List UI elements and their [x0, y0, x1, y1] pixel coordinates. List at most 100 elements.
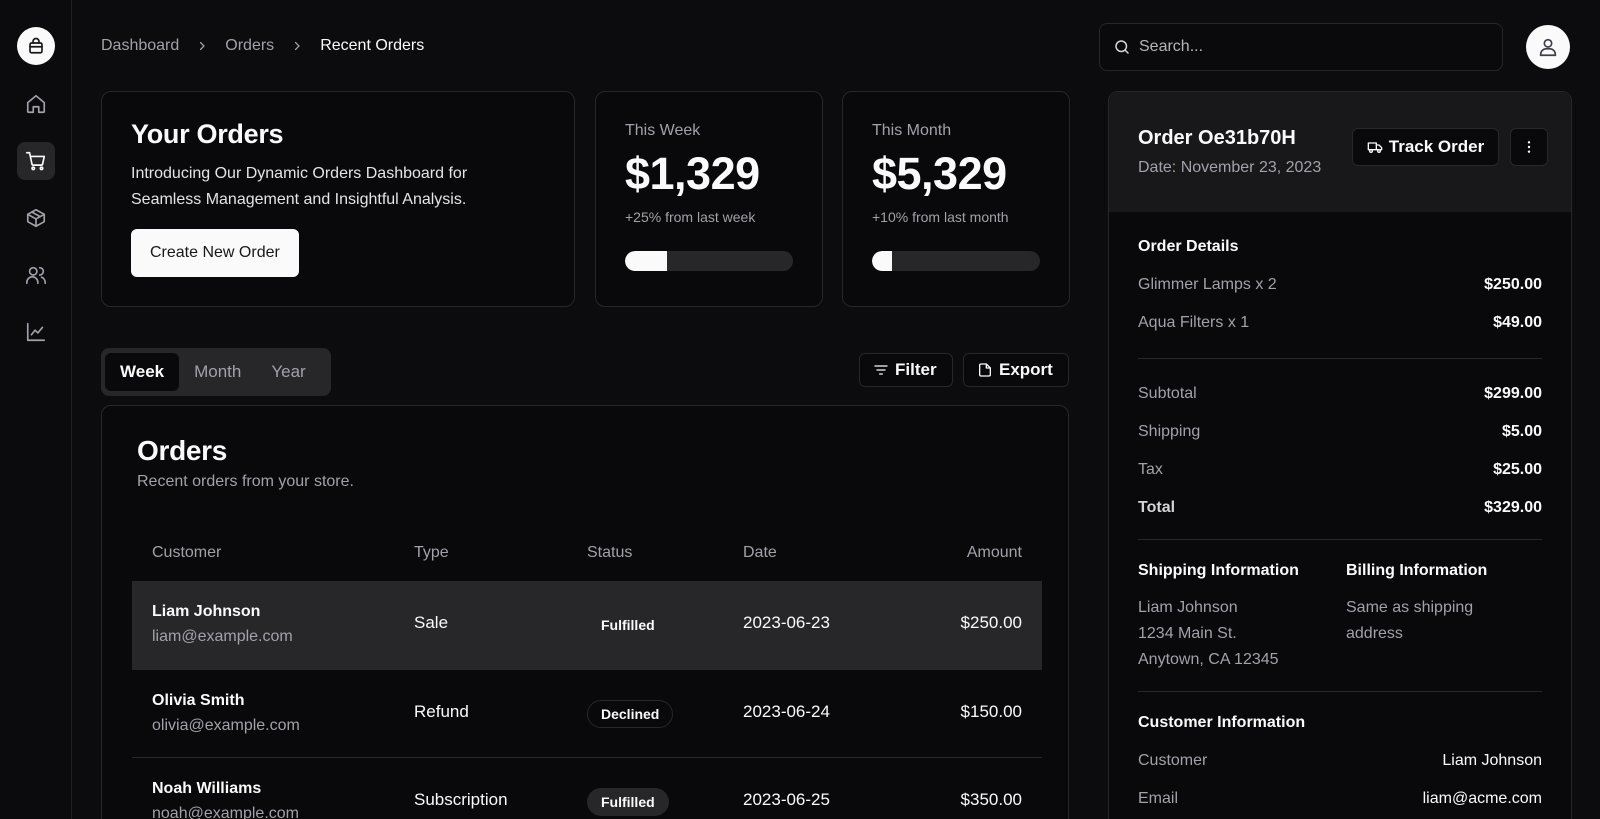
export-button[interactable]: Export	[963, 353, 1069, 387]
chevron-right-icon	[196, 40, 208, 52]
stat-label: This Week	[625, 122, 701, 139]
more-options-button[interactable]	[1510, 128, 1548, 166]
column-header-type[interactable]: Type	[414, 544, 449, 562]
nav-customers[interactable]	[17, 256, 55, 294]
store-logo-icon[interactable]	[16, 27, 55, 65]
customer-value: Liam Johnson	[1442, 752, 1542, 769]
order-detail-header: Order Oe31b70H Date: November 23, 2023 T…	[1109, 92, 1571, 212]
progress-fill	[872, 251, 893, 271]
breadcrumb: Dashboard Orders Recent Orders	[101, 37, 424, 55]
stat-value: $1,329	[625, 148, 760, 199]
shipping-row: Shipping $5.00	[1138, 423, 1542, 441]
app-root: Dashboard Orders Recent Orders Your Orde…	[0, 0, 1600, 819]
order-amount: $350.00	[960, 790, 1022, 809]
search-input[interactable]	[1139, 38, 1479, 56]
address-line: 1234 Main St.	[1138, 625, 1237, 642]
nav-products[interactable]	[17, 199, 55, 237]
customer-info-title: Customer Information	[1138, 714, 1306, 731]
address-line: address	[1346, 625, 1403, 642]
track-order-label: Track Order	[1388, 137, 1485, 156]
tax-label: Tax	[1138, 461, 1163, 478]
search-box[interactable]	[1099, 23, 1503, 71]
order-type: Refund	[414, 702, 469, 721]
users-icon	[25, 266, 46, 285]
total-value: $329.00	[1484, 499, 1542, 516]
tax-value: $25.00	[1493, 461, 1542, 478]
line-chart-icon	[26, 322, 45, 342]
column-header-status[interactable]: Status	[587, 544, 632, 562]
table-row[interactable]: Liam Johnson liam@example.com Sale Fulfi…	[132, 581, 1042, 669]
intro-title: Your Orders	[131, 119, 284, 149]
nav-analytics[interactable]	[17, 313, 55, 351]
order-date: 2023-06-24	[743, 702, 830, 721]
divider	[1138, 691, 1542, 692]
truck-icon	[1367, 142, 1383, 153]
column-header-customer[interactable]: Customer	[152, 544, 221, 562]
orders-title: Orders	[137, 435, 228, 466]
customer-name: Liam Johnson	[152, 603, 261, 620]
address-line: Liam Johnson	[1138, 599, 1238, 616]
create-order-button[interactable]: Create New Order	[131, 229, 299, 277]
address-line: Same as shipping	[1346, 599, 1474, 616]
stat-card-month: This Month $5,329 +10% from last month	[842, 91, 1070, 307]
package-icon	[26, 208, 45, 228]
billing-address: Same as shipping address	[1346, 595, 1473, 647]
email-label: Email	[1138, 790, 1179, 807]
more-vertical-icon	[1527, 141, 1531, 153]
user-icon	[1539, 38, 1557, 57]
order-type: Sale	[414, 613, 449, 632]
line-item-value: $250.00	[1484, 276, 1542, 293]
tab-year[interactable]: Year	[256, 353, 320, 391]
order-id-title: Order Oe31b70H	[1138, 127, 1296, 149]
table-row[interactable]: Olivia Smith olivia@example.com Refund D…	[132, 669, 1042, 757]
nav-orders[interactable]	[16, 142, 55, 180]
status-badge: Fulfilled	[601, 617, 655, 633]
nav-home[interactable]	[17, 85, 55, 123]
line-item: Glimmer Lamps x 2 $250.00	[1138, 276, 1542, 294]
progress-bar	[625, 251, 793, 271]
customer-name: Noah Williams	[152, 780, 262, 797]
search-icon	[1115, 40, 1129, 54]
subtotal-label: Subtotal	[1138, 385, 1197, 402]
tab-month[interactable]: Month	[179, 353, 256, 391]
tax-row: Tax $25.00	[1138, 461, 1542, 479]
shipping-info-title: Shipping Information	[1138, 562, 1299, 579]
email-value[interactable]: liam@acme.com	[1423, 790, 1542, 808]
customer-row: Customer Liam Johnson	[1138, 752, 1542, 770]
breadcrumb-current: Recent Orders	[320, 37, 425, 54]
home-icon	[26, 94, 45, 114]
stat-change: +10% from last month	[872, 209, 1009, 225]
tab-week[interactable]: Week	[105, 353, 180, 391]
orders-subtitle: Recent orders from your store.	[137, 473, 354, 490]
intro-card: Your Orders Introducing Our Dynamic Orde…	[101, 91, 575, 307]
line-item-label: Aqua Filters x 1	[1138, 314, 1250, 331]
divider	[1138, 358, 1542, 359]
track-order-button[interactable]: Track Order	[1352, 128, 1499, 166]
customer-email: olivia@example.com	[152, 717, 300, 734]
breadcrumb-orders[interactable]: Orders	[225, 37, 274, 55]
sidebar	[0, 0, 72, 819]
progress-bar	[872, 251, 1040, 271]
total-row: Total $329.00	[1138, 499, 1542, 517]
user-avatar[interactable]	[1526, 25, 1570, 69]
line-item-value: $49.00	[1493, 314, 1542, 331]
filter-button[interactable]: Filter	[859, 353, 953, 387]
column-header-amount[interactable]: Amount	[967, 544, 1022, 562]
order-amount: $150.00	[960, 702, 1022, 721]
customer-email: noah@example.com	[152, 805, 299, 819]
order-date: 2023-06-23	[743, 613, 830, 632]
order-details-title: Order Details	[1138, 238, 1239, 255]
column-header-date[interactable]: Date	[743, 544, 777, 562]
order-date-label: Date: November 23, 2023	[1138, 159, 1322, 176]
order-amount: $250.00	[960, 613, 1022, 632]
shipping-value: $5.00	[1501, 423, 1542, 440]
table-row[interactable]: Noah Williams noah@example.com Subscript…	[132, 757, 1042, 819]
chevron-right-icon	[291, 40, 303, 52]
customer-email: liam@example.com	[152, 628, 293, 645]
stat-card-week: This Week $1,329 +25% from last week	[595, 91, 823, 307]
orders-card: Orders Recent orders from your store. Cu…	[101, 405, 1069, 819]
filter-icon	[874, 365, 888, 375]
order-detail-panel: Order Oe31b70H Date: November 23, 2023 T…	[1108, 91, 1572, 819]
total-label: Total	[1138, 499, 1176, 516]
breadcrumb-dashboard[interactable]: Dashboard	[101, 37, 179, 55]
